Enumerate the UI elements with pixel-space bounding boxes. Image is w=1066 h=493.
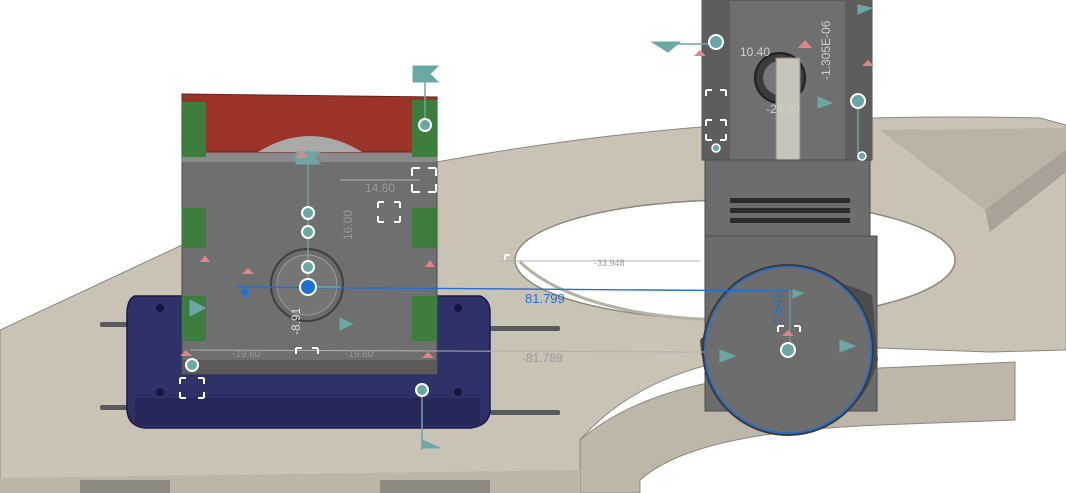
dimension-14-60[interactable]: 14.60 (365, 181, 395, 195)
right-motor-assembly[interactable] (700, 0, 878, 436)
dimension-neg-19-60-right[interactable]: -19.60 (345, 349, 374, 360)
dimension-neg-81-789[interactable]: -81.789 (522, 351, 563, 365)
dimension-neg-1-305e-06[interactable]: -1.305E-06 (819, 20, 833, 80)
dimension-neg-33-948[interactable]: -33.948 (594, 258, 625, 268)
dimension-81-799[interactable]: 81.799 (525, 291, 565, 306)
dimension-1-541[interactable]: 1.541 (770, 292, 785, 325)
dimension-neg-24-90[interactable]: -24.90 (766, 102, 800, 116)
dimension-neg-19-60-left[interactable]: -19.60 (232, 349, 261, 360)
viewport-canvas[interactable]: 81.799 -81.789 14.60 16.00 -19.60 -19.60… (0, 0, 1066, 493)
dimension-16-00[interactable]: 16.00 (341, 210, 355, 240)
dimension-neg-8-91[interactable]: -8.91 (289, 307, 303, 335)
dimension-10-40[interactable]: 10.40 (740, 45, 770, 59)
model-viewport[interactable]: 81.799 -81.789 14.60 16.00 -19.60 -19.60… (0, 0, 1066, 493)
